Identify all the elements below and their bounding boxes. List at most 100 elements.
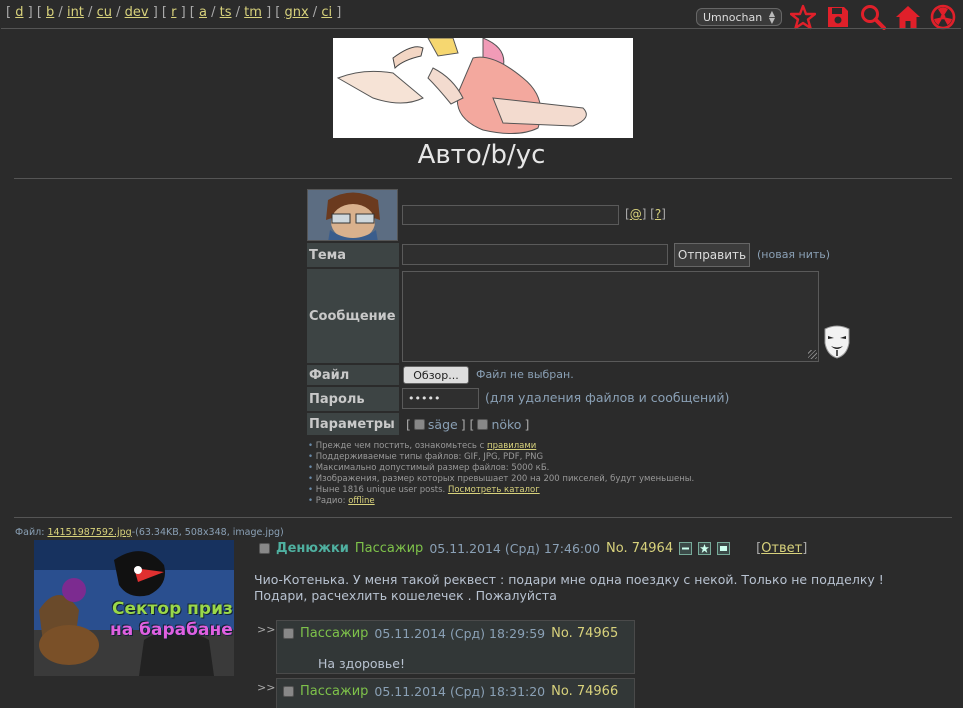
nav-link-d[interactable]: d — [15, 5, 23, 20]
rules-item: Максимально допустимый размер файлов: 50… — [308, 463, 694, 474]
post-number[interactable]: No. 74965 — [551, 626, 618, 641]
password-label: Пароль — [307, 387, 399, 411]
board-rules-list: Прежде чем постить, ознакомьтесь с прави… — [308, 441, 694, 507]
browse-button[interactable]: Обзор... — [403, 366, 469, 384]
home-icon[interactable] — [894, 3, 922, 31]
reply-arrows: >> — [257, 623, 276, 636]
favorite-thread-icon[interactable] — [698, 542, 712, 555]
board-title: Авто/b/ус — [417, 140, 546, 170]
name-links: [@] [?] — [625, 207, 666, 221]
no-file-text: Файл не выбран. — [476, 368, 574, 381]
at-link[interactable]: @ — [630, 207, 642, 221]
post-date: 05.11.2014 (Срд) 18:29:59 — [374, 626, 546, 641]
sage-label: säge — [427, 417, 458, 432]
divider — [14, 517, 952, 518]
reply-header: Пассажир 05.11.2014 (Срд) 18:31:20 No. 7… — [283, 684, 618, 699]
stats-text: Ныне 1816 unique user posts. — [315, 485, 448, 495]
nav-link-ts[interactable]: ts — [220, 5, 232, 20]
nav-link-ci[interactable]: ci — [321, 5, 332, 20]
file-link[interactable]: 14151987592.jpg — [47, 527, 131, 538]
password-value: ••••• — [408, 392, 441, 405]
submit-button[interactable]: Отправить — [674, 243, 750, 267]
thumb-caption: на барабане — [110, 620, 233, 640]
save-icon[interactable] — [824, 3, 852, 31]
radio-text: Радио: — [315, 496, 349, 506]
rules-item: Изображения, размер которых превышает 20… — [308, 474, 694, 485]
reply-link-wrap: [Ответ] — [756, 541, 808, 556]
post-text-line: Чио-Котенька. У меня такой реквест : под… — [254, 572, 884, 587]
report-post-icon[interactable] — [717, 542, 731, 555]
post-number[interactable]: No. 74964 — [606, 541, 673, 556]
nav-link-a[interactable]: a — [199, 5, 207, 20]
noko-label: nöko — [491, 417, 522, 432]
post-author: Пассажир — [354, 541, 424, 556]
hide-thread-icon[interactable] — [679, 542, 693, 555]
nav-link-dev[interactable]: dev — [125, 5, 149, 20]
star-icon[interactable] — [789, 3, 817, 31]
nav-link-b[interactable]: b — [46, 5, 54, 20]
rules-item: Прежде чем постить, ознакомьтесь с прави… — [308, 441, 694, 452]
op-post-header: Денюжки Пассажир 05.11.2014 (Срд) 17:46:… — [259, 541, 807, 556]
nav-link-int[interactable]: int — [67, 5, 84, 20]
reply-text: На здоровье! — [318, 656, 405, 671]
post-select-checkbox[interactable] — [283, 628, 294, 639]
new-thread-hint: (новая нить) — [757, 248, 831, 261]
reply-header: Пассажир 05.11.2014 (Срд) 18:29:59 No. 7… — [283, 626, 618, 641]
radio-link[interactable]: offline — [348, 496, 374, 506]
reply-post: Пассажир 05.11.2014 (Срд) 18:31:20 No. 7… — [276, 678, 635, 708]
post-subject: Денюжки — [276, 541, 349, 556]
board-select[interactable]: Umnochan ▲ ▼ — [696, 8, 782, 26]
help-link[interactable]: ? — [655, 207, 661, 221]
file-meta: -(63.34KB, 508x348, image.jpg) — [131, 527, 284, 538]
post-author: Пассажир — [300, 684, 369, 699]
rules-text: Прежде чем постить, ознакомьтесь с — [315, 441, 488, 451]
file-prefix: Файл: — [15, 527, 48, 538]
rules-item: Ныне 1816 unique user posts. Посмотреть … — [308, 485, 694, 496]
reply-post: Пассажир 05.11.2014 (Срд) 18:29:59 No. 7… — [276, 620, 635, 674]
anonymous-mask-icon[interactable] — [822, 325, 852, 362]
options-row: [ säge] [ nöko] — [406, 417, 530, 432]
thumb-caption: Сектор приз — [112, 599, 233, 619]
post-text-line: Подари, расчехлить кошелечек . Пожалуйст… — [254, 588, 557, 603]
subject-input[interactable] — [402, 244, 668, 265]
board-select-value: Umnochan — [703, 10, 763, 24]
name-input[interactable] — [402, 205, 619, 225]
rules-link[interactable]: правилами — [487, 441, 536, 451]
board-banner-image[interactable] — [333, 38, 633, 138]
post-select-checkbox[interactable] — [283, 686, 294, 697]
resize-handle-icon[interactable] — [808, 350, 817, 359]
divider — [14, 178, 952, 179]
sage-checkbox[interactable] — [413, 419, 425, 430]
reply-arrows: >> — [257, 681, 276, 694]
radiation-icon[interactable] — [929, 3, 957, 31]
rules-item: Поддерживаемые типы файлов: GIF, JPG, PD… — [308, 452, 694, 463]
post-select-checkbox[interactable] — [259, 543, 270, 554]
post-author: Пассажир — [300, 626, 369, 641]
rules-item: Радио: offline — [308, 496, 694, 507]
password-hint: (для удаления файлов и сообщений) — [485, 390, 730, 405]
op-post-body: Чио-Котенька. У меня такой реквест : под… — [254, 572, 914, 604]
post-thumbnail[interactable]: Сектор приз на барабане — [34, 540, 234, 676]
catalog-link[interactable]: Посмотреть каталог — [448, 485, 540, 495]
subject-label: Тема — [307, 243, 399, 267]
noko-checkbox[interactable] — [477, 419, 489, 430]
top-toolbar: Umnochan ▲ ▼ — [696, 3, 957, 31]
post-number[interactable]: No. 74966 — [551, 684, 618, 699]
reply-link[interactable]: Ответ — [761, 541, 802, 556]
message-label: Сообщение — [307, 269, 399, 363]
post-date: 05.11.2014 (Срд) 18:31:20 — [374, 684, 546, 699]
board-nav: [ d ] [ b / int / cu / dev ] [ r ] [ a /… — [6, 5, 342, 20]
nav-link-r[interactable]: r — [171, 5, 176, 20]
select-arrows-icon: ▲ ▼ — [768, 9, 775, 25]
file-info: Файл: 14151987592.jpg-(63.34KB, 508x348,… — [15, 527, 284, 538]
post-date: 05.11.2014 (Срд) 17:46:00 — [429, 541, 601, 556]
message-textarea[interactable] — [402, 271, 819, 362]
search-icon[interactable] — [859, 3, 887, 31]
avatar — [307, 189, 398, 241]
nav-link-gnx[interactable]: gnx — [284, 5, 308, 20]
nav-link-cu[interactable]: cu — [97, 5, 112, 20]
options-label: Параметры — [307, 413, 399, 435]
file-label: Файл — [307, 365, 399, 385]
password-input[interactable]: ••••• — [402, 388, 479, 409]
nav-link-tm[interactable]: tm — [244, 5, 262, 20]
